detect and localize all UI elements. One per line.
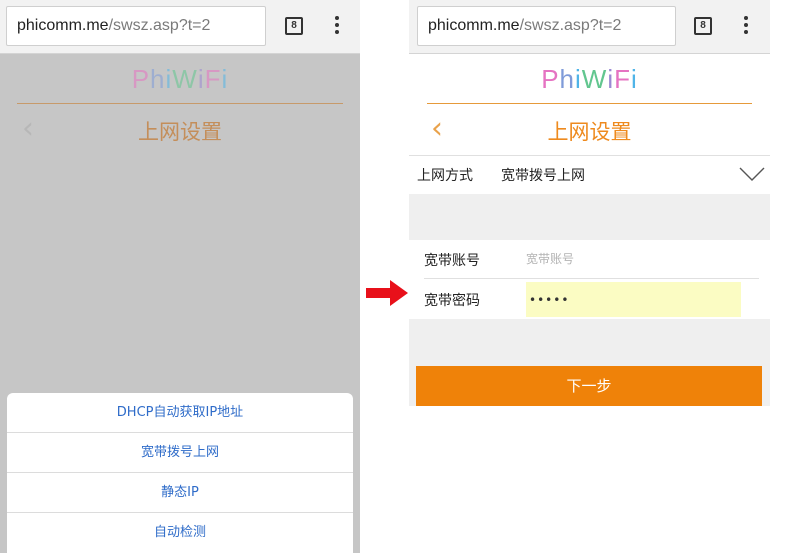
url-path: /swsz.asp?t=2	[519, 17, 622, 34]
address-bar[interactable]: phicomm.me/swsz.asp?t=2	[417, 6, 676, 46]
password-label: 宽带密码	[424, 293, 480, 309]
option-static-ip[interactable]: 静态IP	[7, 473, 353, 513]
section-spacer	[409, 194, 770, 240]
left-phone-screen: phicomm.me/swsz.asp?t=2 8 PhiWiFi ‹ 上网设置…	[0, 0, 360, 553]
browser-toolbar: phicomm.me/swsz.asp?t=2 8	[0, 0, 360, 54]
option-pppoe[interactable]: 宽带拨号上网	[7, 433, 353, 473]
option-auto-detect[interactable]: 自动检测	[7, 513, 353, 553]
tabs-counter-icon[interactable]: 8	[285, 17, 303, 35]
phiwifi-logo: PhiWiFi	[541, 64, 638, 94]
right-phone-screen: phicomm.me/swsz.asp?t=2 8 PhiWiFi ‹ 上网设置…	[409, 0, 770, 553]
url-host: phicomm.me	[428, 17, 520, 34]
overflow-menu-icon[interactable]	[740, 16, 752, 38]
url-path: /swsz.asp?t=2	[108, 17, 211, 34]
page-title: 上网设置	[547, 120, 632, 144]
connection-mode-row[interactable]: 上网方式 宽带拨号上网	[409, 156, 770, 194]
connection-mode-value: 宽带拨号上网	[501, 168, 585, 184]
overflow-menu-icon[interactable]	[331, 16, 343, 38]
connection-mode-picker-sheet: DHCP自动获取IP地址 宽带拨号上网 静态IP 自动检测	[7, 393, 353, 553]
logo-divider	[17, 103, 343, 104]
browser-toolbar: phicomm.me/swsz.asp?t=2 8	[409, 0, 770, 54]
account-row: 宽带账号	[409, 240, 770, 278]
connection-mode-label: 上网方式	[417, 168, 473, 184]
logo-divider	[427, 103, 752, 104]
dropdown-chevron-icon[interactable]	[739, 166, 765, 182]
account-input[interactable]	[526, 249, 741, 269]
address-bar[interactable]: phicomm.me/swsz.asp?t=2	[6, 6, 266, 46]
password-input[interactable]	[526, 282, 741, 317]
account-label: 宽带账号	[424, 253, 480, 269]
tabs-counter-icon[interactable]: 8	[694, 17, 712, 35]
red-arrow-icon	[366, 280, 408, 306]
password-row: 宽带密码	[409, 279, 770, 319]
option-dhcp[interactable]: DHCP自动获取IP地址	[7, 393, 353, 433]
phiwifi-logo: PhiWiFi	[131, 64, 229, 94]
page-title: 上网设置	[138, 120, 222, 144]
url-host: phicomm.me	[17, 17, 109, 34]
next-step-button[interactable]: 下一步	[416, 366, 762, 406]
screenshot-stage: phicomm.me/swsz.asp?t=2 8 PhiWiFi ‹ 上网设置…	[0, 0, 800, 553]
